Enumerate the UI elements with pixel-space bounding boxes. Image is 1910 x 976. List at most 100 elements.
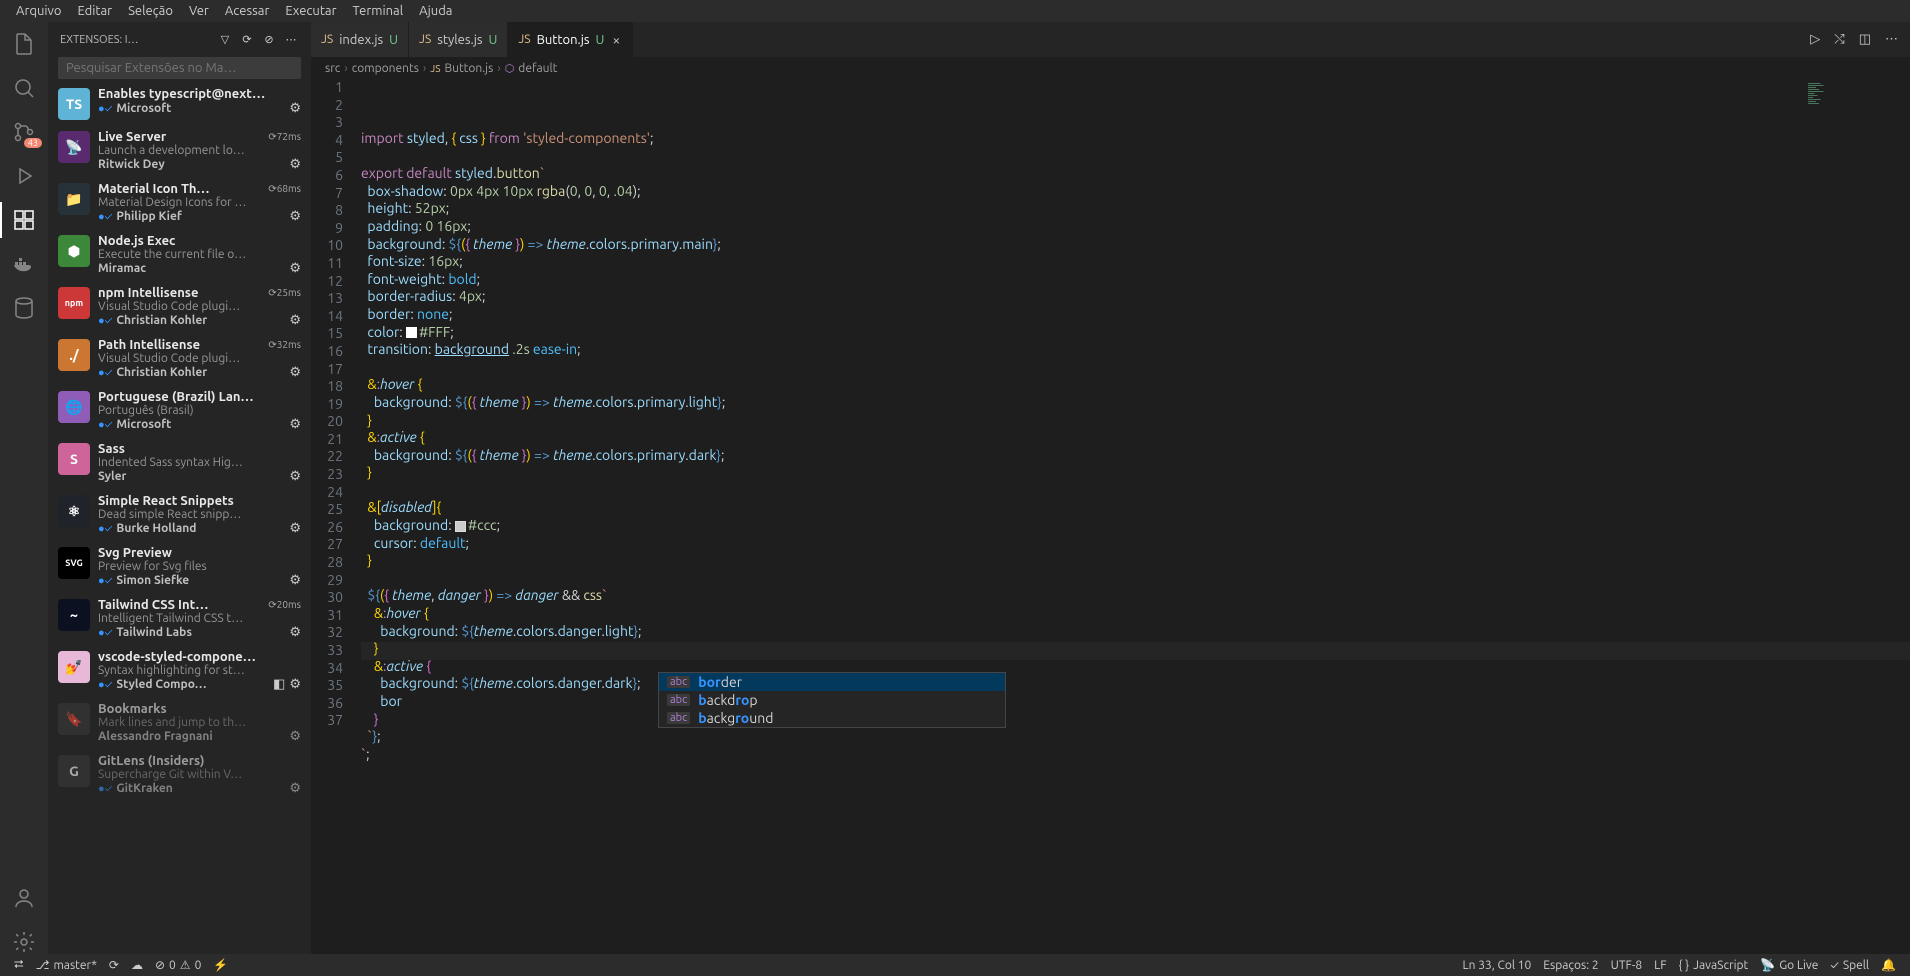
clear-icon[interactable]: ⊘ bbox=[261, 32, 277, 48]
status-spell[interactable]: ✓ Spell bbox=[1824, 959, 1875, 972]
status-language[interactable]: { } JavaScript bbox=[1673, 959, 1755, 972]
crumb-symbol[interactable]: default bbox=[518, 62, 557, 75]
extension-manage-icon[interactable]: ⚙ bbox=[289, 261, 301, 276]
extension-desc: Execute the current file o… bbox=[98, 248, 301, 261]
tab-index-js[interactable]: JSindex.jsU bbox=[311, 22, 409, 57]
menu-acessar[interactable]: Acessar bbox=[217, 2, 278, 20]
extension-manage-icon[interactable]: ⚙ bbox=[289, 157, 301, 172]
menu-executar[interactable]: Executar bbox=[277, 2, 344, 20]
extension-item[interactable]: 💅 vscode-styled-compone… Syntax highligh… bbox=[48, 646, 311, 698]
tab-styles-js[interactable]: JSstyles.jsU bbox=[409, 22, 508, 57]
close-icon[interactable]: × bbox=[610, 32, 622, 48]
extension-manage-icon[interactable]: ⚙ bbox=[289, 101, 301, 116]
extension-item[interactable]: TS Enables typescript@next… ●✓Microsoft⚙ bbox=[48, 83, 311, 126]
status-branch[interactable]: ⎇ master* bbox=[30, 958, 103, 972]
status-cloud[interactable]: ☁ bbox=[125, 958, 149, 972]
extension-item[interactable]: 📡 Live Server⟳72ms Launch a development … bbox=[48, 126, 311, 178]
status-sync[interactable]: ⟳ bbox=[103, 958, 125, 972]
verified-icon: ●✓ bbox=[98, 627, 112, 639]
status-indent[interactable]: Espaços: 2 bbox=[1537, 959, 1604, 972]
filter-icon[interactable]: ▽ bbox=[217, 32, 233, 48]
minimap[interactable]: ▬▬▬▬▬▬▬▬▬▬▬▬▬▬▬▬▬▬▬▬▬▬▬▬▬▬▬▬▬▬▬▬▬▬▬▬▬▬▬▬… bbox=[1808, 83, 1898, 213]
source-control-icon[interactable]: 43 bbox=[12, 120, 36, 144]
extension-manage-icon[interactable]: ⚙ bbox=[289, 573, 301, 588]
refresh-icon[interactable]: ⟳ bbox=[239, 32, 255, 48]
status-bar: ⮂ ⎇ master* ⟳ ☁ ⊘ 0 ⚠ 0 ⚡ Ln 33, Col 10 … bbox=[0, 954, 1910, 976]
extension-item[interactable]: S Sass Indented Sass syntax Hig… Syler⚙ bbox=[48, 438, 311, 490]
extension-desc: Indented Sass syntax Hig… bbox=[98, 456, 301, 469]
status-notifications[interactable]: 🔔 bbox=[1875, 958, 1902, 972]
menu-editar[interactable]: Editar bbox=[69, 2, 120, 20]
extension-icon: npm bbox=[58, 287, 90, 319]
extension-manage-icon[interactable]: ⚙ bbox=[289, 521, 301, 536]
run-debug-icon[interactable] bbox=[12, 164, 36, 188]
extension-item[interactable]: npm npm Intellisense⟳25ms Visual Studio … bbox=[48, 282, 311, 334]
extension-manage-icon[interactable]: ⚙ bbox=[289, 313, 301, 328]
compare-icon[interactable]: ⤭ bbox=[1834, 32, 1844, 47]
extension-load-time: ⟳32ms bbox=[268, 339, 301, 351]
code-editor[interactable]: 1234567891011121314151617181920212223242… bbox=[311, 79, 1910, 954]
status-port[interactable]: ⚡ bbox=[207, 958, 234, 972]
menu-ajuda[interactable]: Ajuda bbox=[411, 2, 460, 20]
extension-extra-icon[interactable]: ◧ bbox=[273, 677, 285, 692]
database-icon[interactable] bbox=[12, 296, 36, 320]
suggest-widget[interactable]: abcborder abcbackdrop abcbackground bbox=[658, 672, 1006, 728]
crumb-file[interactable]: Button.js bbox=[444, 62, 493, 75]
status-encoding[interactable]: UTF-8 bbox=[1605, 959, 1648, 972]
menu-terminal[interactable]: Terminal bbox=[345, 2, 412, 20]
extension-item[interactable]: 🌐 Portuguese (Brazil) Lan… Português (Br… bbox=[48, 386, 311, 438]
extension-item[interactable]: ./ Path Intellisense⟳32ms Visual Studio … bbox=[48, 334, 311, 386]
suggest-item-backdrop[interactable]: abcbackdrop bbox=[659, 691, 1005, 709]
extension-manage-icon[interactable]: ⚙ bbox=[289, 209, 301, 224]
extension-manage-icon[interactable]: ⚙ bbox=[289, 677, 301, 692]
extension-name: Simple React Snippets bbox=[98, 494, 301, 508]
account-icon[interactable] bbox=[12, 886, 36, 910]
menu-arquivo[interactable]: Arquivo bbox=[8, 2, 69, 20]
extension-manage-icon[interactable]: ⚙ bbox=[289, 625, 301, 640]
extension-manage-icon[interactable]: ⚙ bbox=[289, 365, 301, 380]
extension-item[interactable]: 📁 Material Icon Th…⟳68ms Material Design… bbox=[48, 178, 311, 230]
crumb-components[interactable]: components bbox=[352, 62, 419, 75]
status-eol[interactable]: LF bbox=[1648, 959, 1672, 972]
docker-icon[interactable] bbox=[12, 252, 36, 276]
extension-item[interactable]: G GitLens (Insiders) Supercharge Git wit… bbox=[48, 750, 311, 802]
crumb-src[interactable]: src bbox=[325, 62, 340, 75]
suggest-item-background[interactable]: abcbackground bbox=[659, 709, 1005, 727]
extension-item[interactable]: 🔖 Bookmarks Mark lines and jump to th… A… bbox=[48, 698, 311, 750]
extensions-icon[interactable] bbox=[12, 208, 36, 232]
menu-ver[interactable]: Ver bbox=[181, 2, 217, 20]
extension-item[interactable]: ~ Tailwind CSS Int…⟳20ms Intelligent Tai… bbox=[48, 594, 311, 646]
extension-manage-icon[interactable]: ⚙ bbox=[289, 469, 301, 484]
extension-manage-icon[interactable]: ⚙ bbox=[289, 417, 301, 432]
tab-button-js[interactable]: JSButton.jsU× bbox=[508, 22, 633, 57]
status-cursor-position[interactable]: Ln 33, Col 10 bbox=[1457, 959, 1538, 972]
status-go-live[interactable]: 📡 Go Live bbox=[1754, 958, 1824, 972]
menu-selecao[interactable]: Seleção bbox=[120, 2, 181, 20]
extension-name: Live Server bbox=[98, 130, 262, 144]
breadcrumb[interactable]: src› components› JS Button.js› ⬡ default bbox=[311, 57, 1910, 79]
suggest-item-border[interactable]: abcborder bbox=[659, 673, 1005, 691]
extension-manage-icon[interactable]: ⚙ bbox=[289, 729, 301, 744]
explorer-icon[interactable] bbox=[12, 32, 36, 56]
extension-item[interactable]: SVG Svg Preview Preview for Svg files ●✓… bbox=[48, 542, 311, 594]
verified-icon: ●✓ bbox=[98, 575, 112, 587]
extension-publisher: Tailwind Labs bbox=[116, 626, 285, 639]
extension-name: npm Intellisense bbox=[98, 286, 262, 300]
extension-manage-icon[interactable]: ⚙ bbox=[289, 781, 301, 796]
extensions-list[interactable]: TS Enables typescript@next… ●✓Microsoft⚙… bbox=[48, 83, 311, 954]
run-icon[interactable]: ▷ bbox=[1810, 32, 1820, 47]
more-icon[interactable]: ⋯ bbox=[283, 32, 299, 48]
more-actions-icon[interactable]: ⋯ bbox=[1885, 32, 1898, 47]
status-remote[interactable]: ⮂ bbox=[8, 958, 30, 972]
split-editor-icon[interactable]: ◫ bbox=[1859, 32, 1871, 47]
search-icon[interactable] bbox=[12, 76, 36, 100]
status-problems[interactable]: ⊘ 0 ⚠ 0 bbox=[149, 958, 207, 972]
search-extensions-input[interactable] bbox=[58, 57, 301, 79]
js-file-icon: JS bbox=[419, 33, 431, 46]
code-content[interactable]: import styled, { css } from 'styled-comp… bbox=[361, 79, 1910, 954]
extension-name: Bookmarks bbox=[98, 702, 301, 716]
extension-icon: ⚛ bbox=[58, 495, 90, 527]
extension-item[interactable]: ⚛ Simple React Snippets Dead simple Reac… bbox=[48, 490, 311, 542]
extension-item[interactable]: ⬢ Node.js Exec Execute the current file … bbox=[48, 230, 311, 282]
settings-gear-icon[interactable] bbox=[12, 930, 36, 954]
